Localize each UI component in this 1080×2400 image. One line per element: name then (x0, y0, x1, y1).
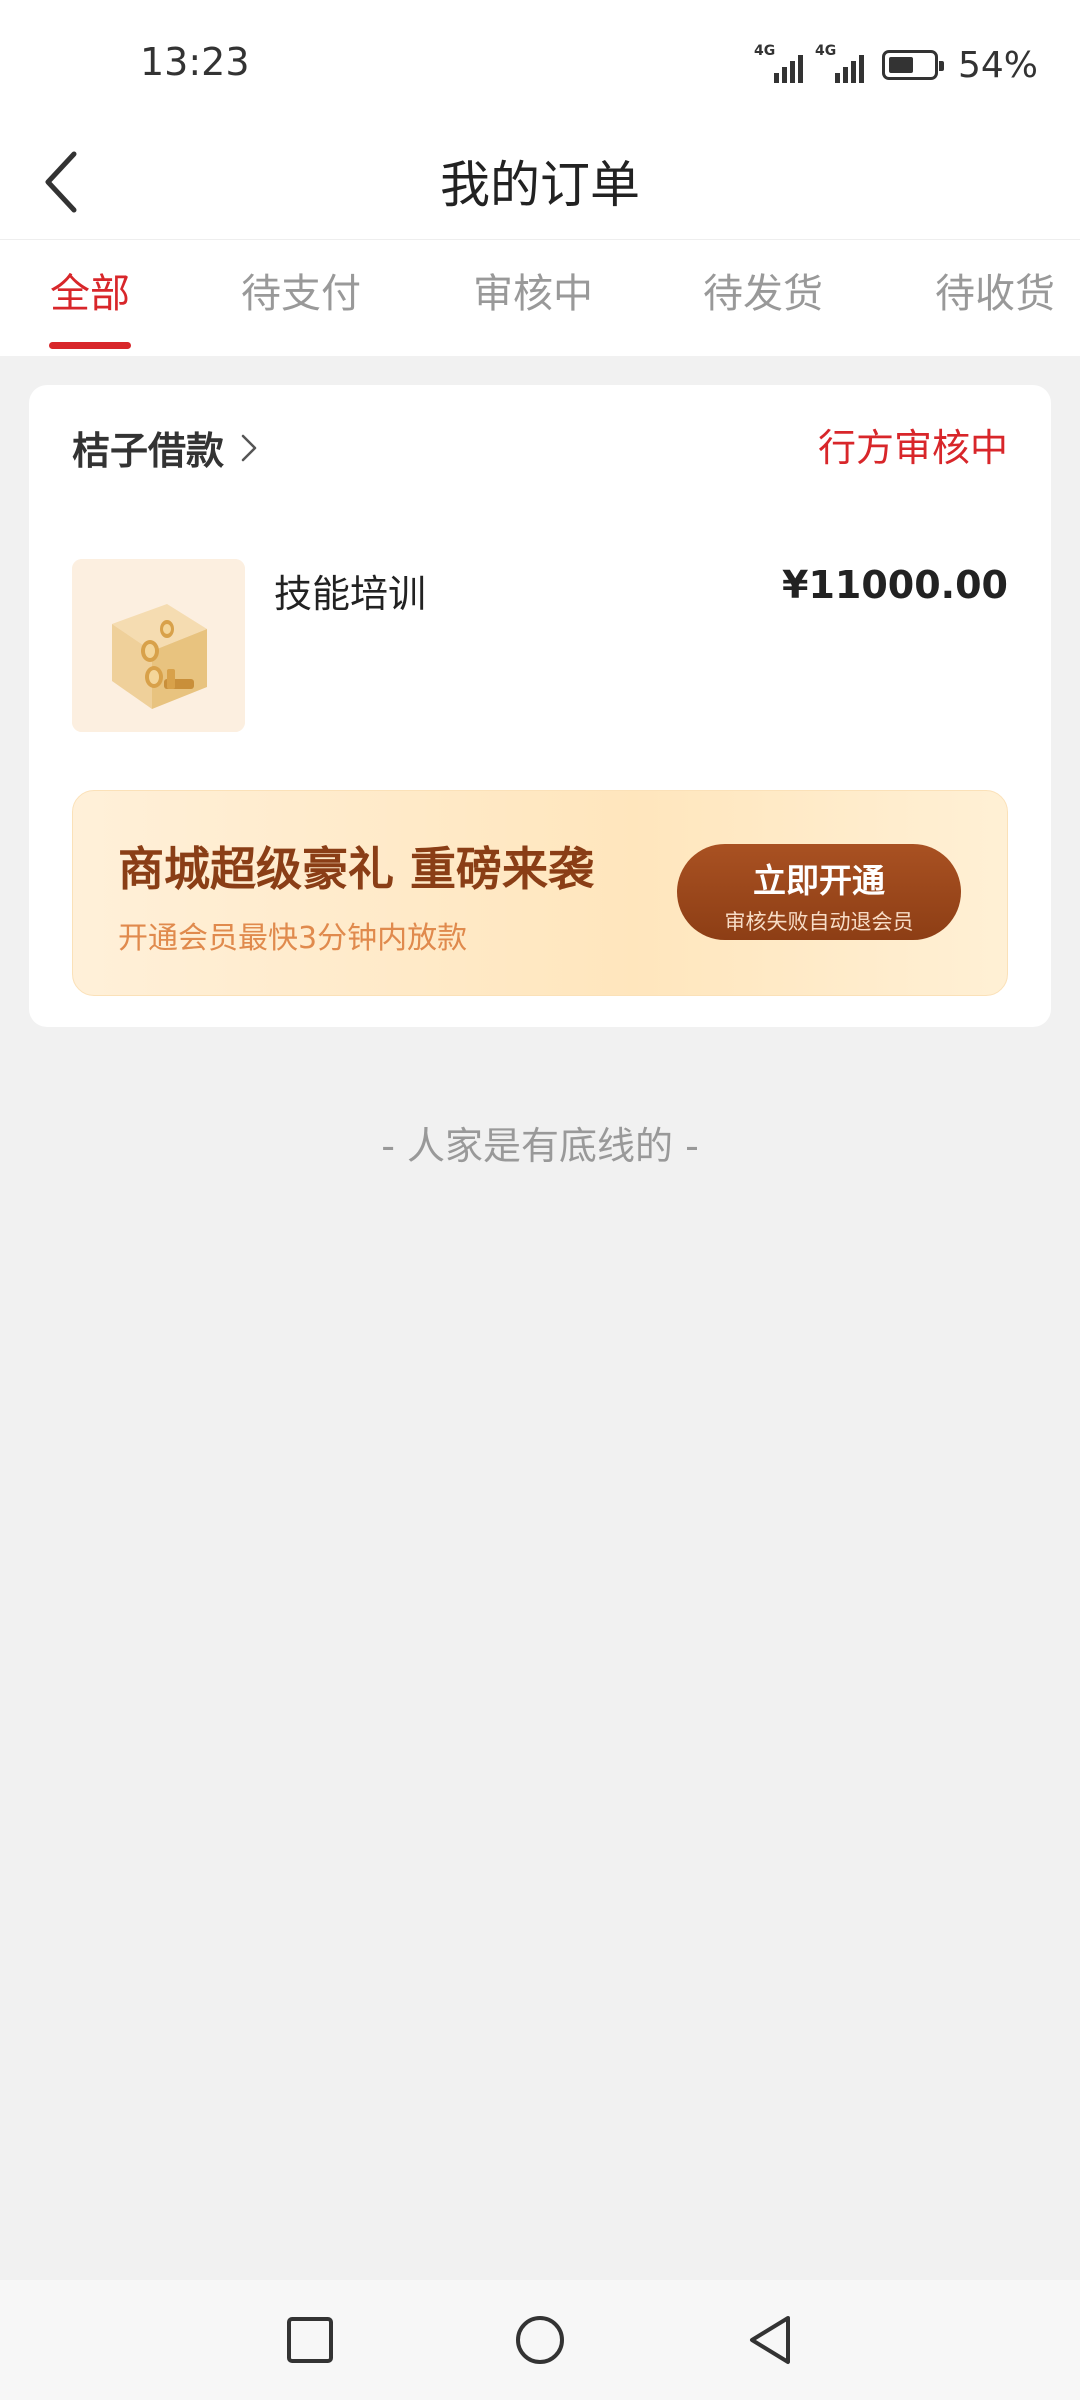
home-button[interactable] (510, 2310, 570, 2370)
end-of-list-text: - 人家是有底线的 - (381, 1124, 699, 1168)
tab-all[interactable]: 全部 (50, 240, 130, 356)
order-status: 行方审核中 (817, 426, 1008, 470)
recent-apps-button[interactable] (280, 2310, 340, 2370)
status-icons: 4G 4G 54% (754, 40, 1038, 90)
signal-icon: 4G (754, 43, 803, 83)
activate-button-label: 立即开通 (753, 861, 885, 900)
activate-button-note: 审核失败自动退会员 (724, 910, 914, 934)
coin-box-icon (72, 559, 245, 732)
app-header: 我的订单 (0, 130, 1080, 240)
merchant-name: 桔子借款 (72, 429, 225, 473)
back-button[interactable] (36, 142, 96, 222)
signal-icon: 4G (815, 43, 864, 83)
network-type: 4G (814, 43, 837, 59)
square-icon (287, 2317, 333, 2363)
membership-promo-banner[interactable]: 商城超级豪礼 重磅来袭 开通会员最快3分钟内放款 立即开通 审核失败自动退会员 (72, 790, 1008, 996)
circle-icon (516, 2316, 564, 2364)
tab-pending-shipment[interactable]: 待发货 (703, 240, 823, 356)
product-thumbnail[interactable] (72, 559, 245, 732)
promo-subtitle: 开通会员最快3分钟内放款 (118, 921, 468, 956)
tab-pending-payment[interactable]: 待支付 (241, 240, 361, 356)
chevron-left-icon (45, 151, 77, 213)
battery-percent: 54% (957, 44, 1038, 86)
tab-pending-receipt[interactable]: 待收货 (935, 240, 1055, 356)
active-tab-indicator (49, 342, 131, 349)
tab-under-review[interactable]: 审核中 (473, 240, 593, 356)
battery-icon (881, 50, 944, 80)
nav-back-button[interactable] (740, 2310, 800, 2370)
status-bar: 13:23 4G 4G 54% (0, 0, 1080, 130)
promo-title: 商城超级豪礼 重磅来袭 (118, 842, 595, 896)
page-title: 我的订单 (440, 156, 640, 214)
order-tabs: 全部 待支付 审核中 待发货 待收货 (0, 240, 1080, 356)
product-price: ¥11000.00 (782, 563, 1008, 607)
triangle-back-icon (750, 2316, 790, 2364)
system-nav-bar (0, 2280, 1080, 2400)
activate-membership-button[interactable]: 立即开通 审核失败自动退会员 (677, 844, 961, 940)
merchant-link[interactable]: 桔子借款 (72, 420, 260, 475)
order-card[interactable]: 桔子借款 行方审核中 技能培训 ¥11000.00 商城超级豪礼 重磅来袭 开通… (29, 385, 1051, 1027)
chevron-right-icon (241, 434, 257, 461)
status-time: 13:23 (140, 40, 250, 84)
network-type: 4G (753, 43, 776, 59)
product-name: 技能培训 (274, 572, 427, 616)
